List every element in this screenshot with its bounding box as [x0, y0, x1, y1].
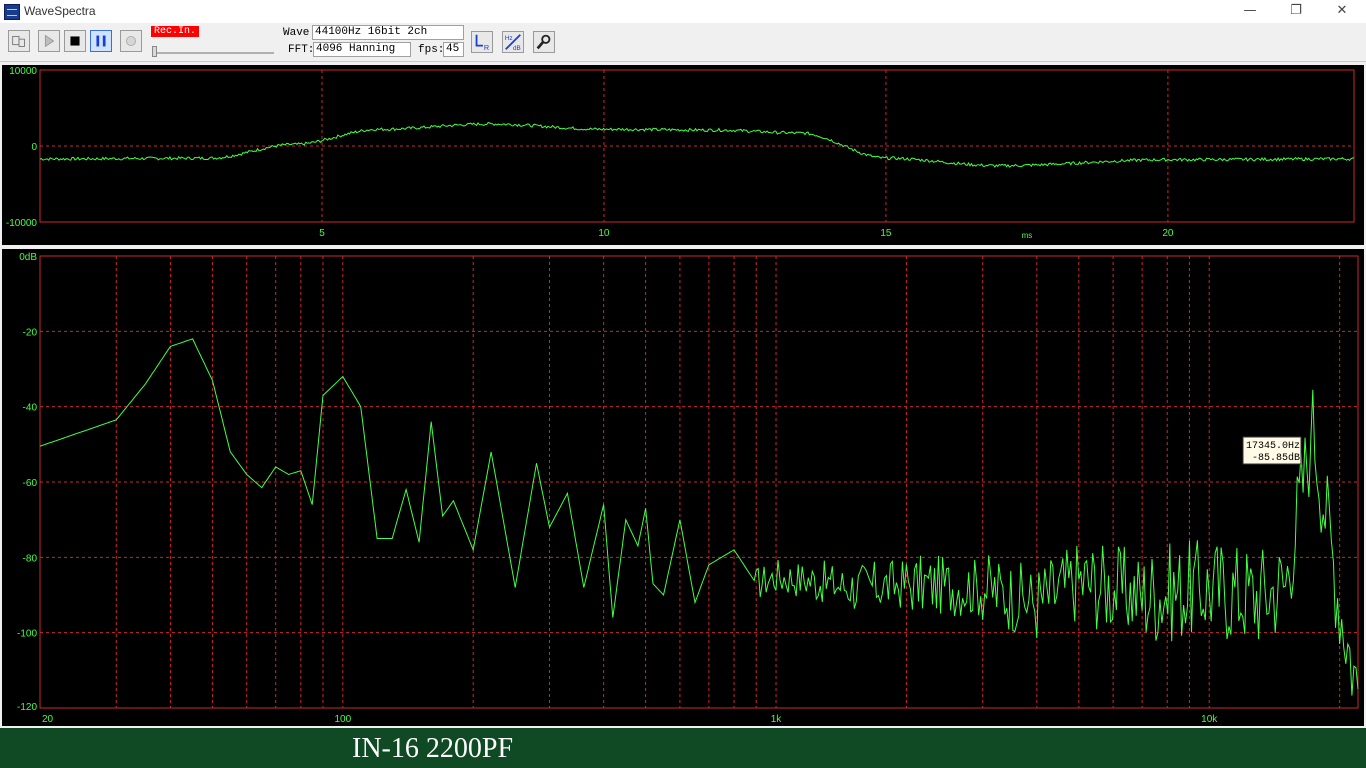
channel-view-button[interactable]: R [471, 31, 493, 53]
fft-setting-field[interactable]: 4096 Hanning [313, 42, 411, 57]
device-settings-button[interactable] [8, 30, 30, 52]
spectrum-y-tick: -80 [23, 553, 38, 564]
rec-in-badge: Rec.In. [151, 26, 200, 37]
wave-format-field[interactable]: 44100Hz 16bit 2ch [312, 25, 464, 40]
scale-toggle-button[interactable]: Hz dB [502, 31, 524, 53]
waveform-y-tick: 10000 [9, 66, 37, 77]
spectrum-y-tick: 0dB [19, 252, 37, 263]
stop-button[interactable] [64, 30, 86, 52]
caption-bar [0, 728, 1366, 768]
play-button[interactable] [38, 30, 60, 52]
spectrum-x-tick: 100 [334, 714, 351, 725]
cursor-readout: 17345.0Hz -85.85dB [1242, 436, 1302, 465]
toolbar: Wave: 44100Hz 16bit 2ch FFT: 4096 Hannin… [0, 23, 1366, 62]
fps-field[interactable]: 45 [443, 42, 464, 57]
db-text: dB [513, 45, 521, 52]
stop-icon [70, 36, 80, 46]
fft-label: FFT: [288, 44, 315, 56]
spectrum-y-tick: -60 [23, 478, 38, 489]
waveform-y-tick: 0 [31, 142, 37, 153]
spectrum-frame [39, 255, 1359, 709]
spectrum-y-tick: -40 [23, 403, 38, 414]
wrench-icon [536, 34, 551, 50]
settings-icon [12, 36, 25, 47]
spectrum-chart[interactable]: 0dB -20 -40 -60 -80 -100 -120 20 100 1k 10k 17345.… [2, 249, 1364, 726]
cursor-level: -85.85dB [1252, 452, 1300, 464]
pause-icon [96, 35, 106, 47]
cursor-frequency: 17345.0Hz [1246, 441, 1300, 452]
app-icon [4, 4, 20, 20]
record-icon [126, 36, 136, 46]
lr-channel-icon: R [475, 34, 489, 52]
title-bar: WaveSpectra — ❐ ✕ [0, 0, 1366, 23]
waveform-x-tick: 20 [1162, 228, 1174, 239]
waveform-y-tick: -10000 [6, 218, 38, 229]
fps-label: fps: [418, 44, 445, 56]
spectrum-x-tick: 1k [771, 714, 783, 725]
window-title: WaveSpectra [24, 4, 96, 18]
record-button[interactable] [120, 30, 142, 52]
hz-text: Hz [505, 35, 513, 42]
waveform-x-unit: ms [1022, 231, 1033, 240]
spectrum-y-tick: -100 [17, 629, 37, 640]
hz-db-icon: Hz dB [505, 34, 521, 52]
waveform-x-tick: 5 [319, 228, 325, 239]
caption-text: IN-16 2200PF [352, 733, 514, 764]
play-icon [44, 34, 55, 48]
spectrum-y-tick: -120 [17, 702, 37, 713]
close-button[interactable]: ✕ [1319, 0, 1365, 23]
volume-slider-track[interactable] [152, 52, 274, 54]
options-button[interactable] [533, 31, 555, 53]
restore-button[interactable]: ❐ [1273, 0, 1319, 23]
waveform-x-tick: 10 [598, 228, 610, 239]
waveform-chart[interactable]: 5 10 15 20 ms 10000 0 -10000 [2, 65, 1364, 245]
waveform-panel: 5 10 15 20 ms 10000 0 -10000 [2, 65, 1364, 245]
spectrum-x-tick: 20 [42, 714, 54, 725]
volume-slider-thumb[interactable] [152, 46, 157, 57]
spectrum-x-tick: 10k [1201, 714, 1218, 725]
spectrum-y-tick: -20 [23, 327, 38, 338]
waveform-trace [39, 121, 1355, 168]
minimize-button[interactable]: — [1227, 0, 1273, 23]
r-channel-text: R [484, 43, 489, 52]
waveform-x-tick: 15 [880, 228, 892, 239]
spectrum-panel: 0dB -20 -40 -60 -80 -100 -120 20 100 1k 10k 17345.… [2, 249, 1364, 726]
pause-button[interactable] [90, 30, 112, 52]
spectrum-trace [39, 338, 1359, 696]
